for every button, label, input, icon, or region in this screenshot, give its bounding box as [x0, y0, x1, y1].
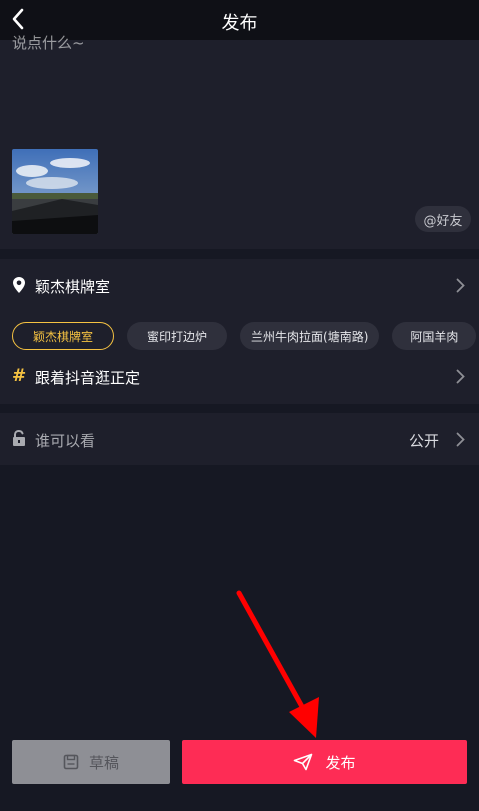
- topic-label: 跟着抖音逛正定: [35, 369, 141, 387]
- location-row[interactable]: 颖杰棋牌室: [0, 259, 479, 311]
- location-chip[interactable]: 阿国羊肉: [392, 322, 477, 350]
- save-draft-button[interactable]: 草稿: [12, 740, 170, 784]
- location-card: 颖杰棋牌室 颖杰棋牌室 蜜印打边炉 兰州牛肉拉面(塘南路) 阿国羊肉 # 跟着抖音逛正…: [0, 259, 479, 404]
- mention-friend-button[interactable]: @好友: [415, 206, 471, 232]
- hashtag-icon: #: [12, 366, 27, 386]
- location-pin-icon: [13, 277, 25, 293]
- video-thumbnail[interactable]: [12, 149, 98, 234]
- caption-input[interactable]: 说点什么~: [12, 32, 85, 53]
- publish-button[interactable]: 发布: [182, 740, 467, 784]
- chevron-right-icon: [456, 432, 465, 447]
- video-thumbnail-image: [12, 149, 98, 234]
- publish-label: 发布: [325, 753, 356, 772]
- location-chip[interactable]: 颖杰棋牌室: [12, 322, 115, 350]
- location-label: 颖杰棋牌室: [35, 278, 111, 296]
- chevron-right-icon: [456, 278, 465, 293]
- send-icon: [294, 753, 313, 771]
- location-suggestions: 颖杰棋牌室 蜜印打边炉 兰州牛肉拉面(塘南路) 阿国羊肉: [12, 322, 479, 350]
- location-chip[interactable]: 蜜印打边炉: [127, 322, 228, 350]
- topic-row[interactable]: # 跟着抖音逛正定: [0, 357, 479, 401]
- unlock-icon: [13, 430, 25, 446]
- draft-icon: [63, 754, 79, 770]
- privacy-value: 公开: [408, 432, 439, 450]
- location-chip[interactable]: 兰州牛肉拉面(塘南路): [240, 322, 380, 350]
- privacy-row[interactable]: 谁可以看 公开: [0, 413, 479, 465]
- compose-area: 说点什么~ @好友: [0, 34, 479, 249]
- privacy-label: 谁可以看: [35, 432, 96, 450]
- draft-label: 草稿: [88, 753, 119, 772]
- chevron-right-icon: [456, 369, 465, 384]
